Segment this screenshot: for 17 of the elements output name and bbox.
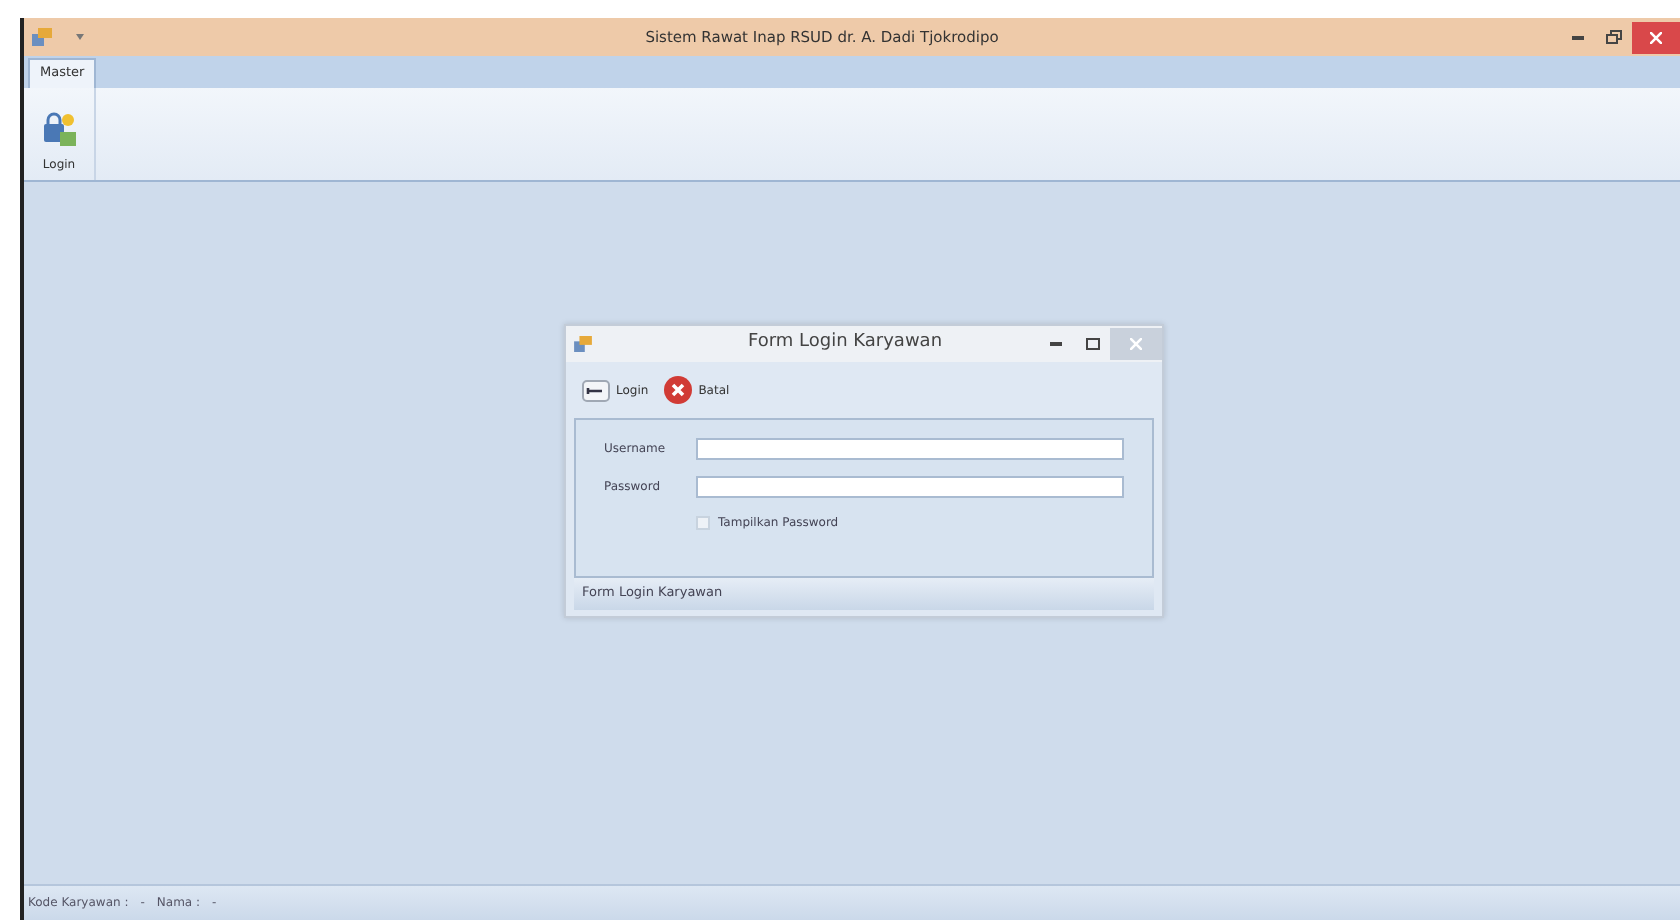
input-field[interactable] <box>696 438 1124 460</box>
quick-access-icon[interactable] <box>76 34 84 40</box>
checkbox[interactable] <box>696 516 710 530</box>
close-button[interactable] <box>1632 21 1680 53</box>
app-icon <box>32 28 52 46</box>
minimize-icon <box>1572 35 1584 39</box>
input-field[interactable] <box>696 476 1124 498</box>
dialog-title: Form Login Karyawan <box>745 330 945 357</box>
lock-icon <box>41 112 77 148</box>
restore-icon <box>1606 30 1622 44</box>
close-icon <box>1130 338 1142 350</box>
app-icon <box>574 336 592 352</box>
cancel-icon <box>664 376 693 404</box>
key-icon <box>582 379 610 401</box>
maximize-icon <box>1085 338 1099 350</box>
minimize-icon <box>1050 342 1062 346</box>
close-icon <box>1650 31 1662 43</box>
